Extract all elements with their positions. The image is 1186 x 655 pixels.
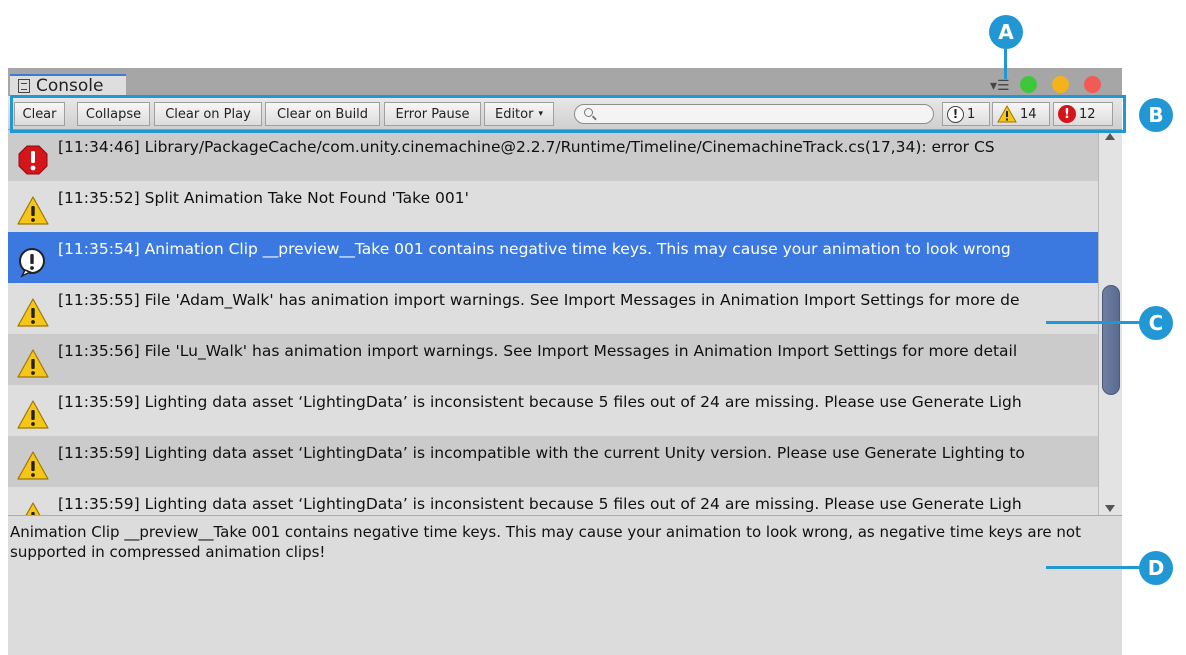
warning-icon xyxy=(17,298,49,327)
scrollbar-thumb[interactable] xyxy=(1102,285,1120,395)
warning-icon xyxy=(25,502,41,515)
callout-c: C xyxy=(1139,306,1173,340)
log-entry-text: [11:35:59] Lighting data asset ‘Lighting… xyxy=(58,495,1022,513)
console-doc-icon xyxy=(18,79,30,93)
log-entry-text: [11:35:59] Lighting data asset ‘Lighting… xyxy=(58,444,1025,462)
tab-console-label: Console xyxy=(36,76,104,96)
error-icon xyxy=(18,145,48,175)
message-detail-text: Animation Clip __preview__Take 001 conta… xyxy=(10,523,1081,561)
toolbar-highlight-frame xyxy=(10,95,1126,133)
maximize-button[interactable] xyxy=(1020,76,1037,93)
log-entry[interactable]: [11:34:46] Library/PackageCache/com.unit… xyxy=(8,130,1098,181)
info-icon xyxy=(19,248,45,278)
log-entry[interactable]: [11:35:59] Lighting data asset ‘Lighting… xyxy=(8,385,1098,436)
log-entry-text: [11:35:59] Lighting data asset ‘Lighting… xyxy=(58,393,1022,411)
log-list: [11:34:46] Library/PackageCache/com.unit… xyxy=(8,130,1122,515)
log-entry-text: [11:34:46] Library/PackageCache/com.unit… xyxy=(58,138,995,156)
context-menu-icon[interactable]: ▾☰ xyxy=(990,78,1010,94)
log-entry-text: [11:35:52] Split Animation Take Not Foun… xyxy=(58,189,469,207)
warning-icon xyxy=(17,400,49,429)
callout-a-line xyxy=(1004,49,1007,79)
log-entry[interactable]: [11:35:52] Split Animation Take Not Foun… xyxy=(8,181,1098,232)
callout-a: A xyxy=(989,15,1023,49)
message-detail-panel: Animation Clip __preview__Take 001 conta… xyxy=(8,515,1122,655)
callout-c-line xyxy=(1046,321,1140,324)
log-entry-text: [11:35:55] File 'Adam_Walk' has animatio… xyxy=(58,291,1020,309)
warning-icon xyxy=(17,349,49,378)
log-entry[interactable]: [11:35:59] Lighting data asset ‘Lighting… xyxy=(8,487,1098,515)
warning-icon xyxy=(17,196,49,225)
log-entry-selected[interactable]: [11:35:54] Animation Clip __preview__Tak… xyxy=(8,232,1098,283)
minimize-button[interactable] xyxy=(1052,76,1069,93)
callout-d-line xyxy=(1046,566,1140,569)
callout-b: B xyxy=(1139,98,1173,132)
scroll-down-arrow-icon[interactable] xyxy=(1105,505,1115,512)
log-entry[interactable]: [11:35:55] File 'Adam_Walk' has animatio… xyxy=(8,283,1098,334)
log-entry-text: [11:35:54] Animation Clip __preview__Tak… xyxy=(58,240,1011,258)
close-button[interactable] xyxy=(1084,76,1101,93)
log-entry[interactable]: [11:35:56] File 'Lu_Walk' has animation … xyxy=(8,334,1098,385)
log-entry[interactable]: [11:35:59] Lighting data asset ‘Lighting… xyxy=(8,436,1098,487)
scroll-up-arrow-icon[interactable] xyxy=(1105,133,1115,140)
callout-d: D xyxy=(1139,551,1173,585)
log-entry-text: [11:35:56] File 'Lu_Walk' has animation … xyxy=(58,342,1018,360)
tab-console[interactable]: Console xyxy=(10,74,126,96)
console-window: Console ▾☰ Clear Collapse Clear on Play … xyxy=(8,68,1122,655)
title-bar: Console ▾☰ xyxy=(8,68,1122,96)
warning-icon xyxy=(17,451,49,480)
